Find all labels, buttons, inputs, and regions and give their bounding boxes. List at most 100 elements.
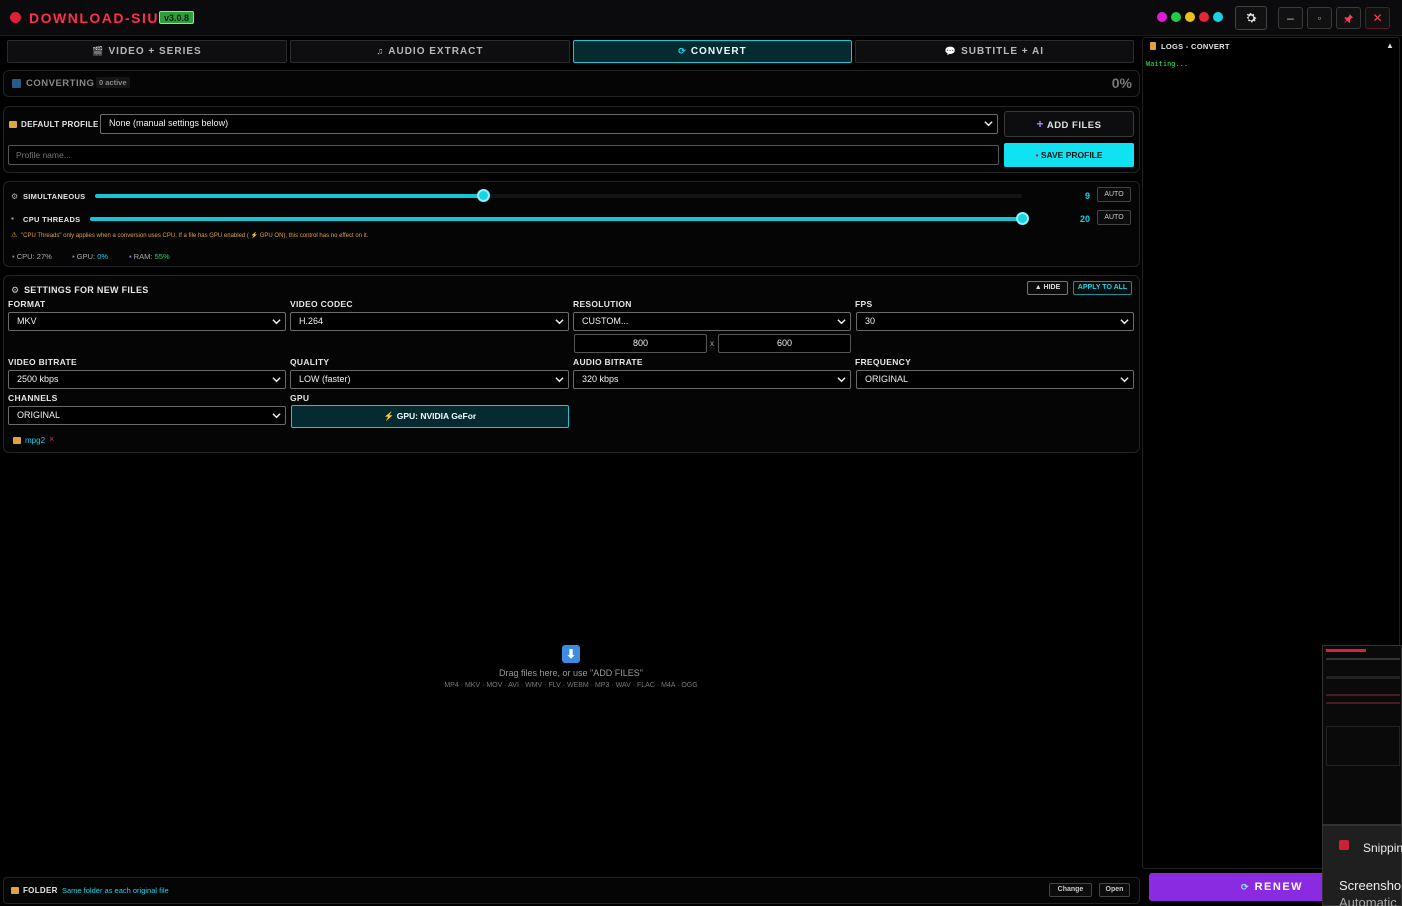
quality-select[interactable]: LOW (faster) bbox=[290, 370, 569, 389]
settings-panel bbox=[3, 275, 1140, 453]
add-files-button[interactable]: + ADD FILES bbox=[1004, 111, 1134, 137]
remove-tag-icon[interactable]: × bbox=[49, 434, 54, 444]
minimize-button[interactable]: – bbox=[1278, 7, 1303, 29]
thumbnail-panel bbox=[1326, 726, 1400, 766]
resolution-select[interactable]: CUSTOM... bbox=[573, 312, 851, 331]
tab-convert[interactable]: ⟳ CONVERT bbox=[573, 40, 852, 63]
drop-zone[interactable] bbox=[3, 458, 1140, 872]
chevron-down-icon bbox=[555, 377, 564, 383]
status-percent: 0% bbox=[1111, 75, 1132, 91]
log-document-icon bbox=[1150, 42, 1156, 50]
cpu-threads-auto-button[interactable]: AUTO bbox=[1097, 210, 1131, 225]
refresh-icon: ⟳ bbox=[1241, 882, 1251, 892]
tab-label: CONVERT bbox=[690, 46, 747, 57]
theme-color-dot[interactable] bbox=[1199, 12, 1209, 22]
active-count-badge: 0 active bbox=[96, 77, 130, 88]
save-profile-label: SAVE PROFILE bbox=[1040, 150, 1103, 160]
tab-audio-extract[interactable]: ♫ AUDIO EXTRACT bbox=[290, 40, 570, 63]
default-profile-label: DEFAULT PROFILE bbox=[21, 120, 99, 129]
warning-icon: ⚠ bbox=[11, 232, 18, 239]
folder-icon bbox=[9, 121, 17, 128]
notification-body: Automatic bbox=[1339, 895, 1397, 906]
snipping-notification[interactable]: Snippin Screensho Automatic bbox=[1322, 825, 1402, 906]
save-profile-button[interactable]: ▪ SAVE PROFILE bbox=[1004, 143, 1134, 167]
resolution-value: CUSTOM... bbox=[582, 316, 629, 326]
thumbnail-line bbox=[1326, 694, 1400, 696]
theme-color-dot[interactable] bbox=[1171, 12, 1181, 22]
clapper-icon: 🎬 bbox=[92, 46, 105, 56]
convert-status-icon bbox=[12, 79, 21, 88]
frequency-label: FREQUENCY bbox=[855, 357, 912, 367]
lightning-icon: ⚡ bbox=[383, 411, 395, 421]
settings-title: SETTINGS FOR NEW FILES bbox=[24, 285, 149, 295]
thumbnail-line bbox=[1326, 702, 1400, 704]
profile-name-field[interactable] bbox=[8, 145, 999, 165]
video-bitrate-value: 2500 kbps bbox=[17, 374, 59, 384]
convert-icon: ⟳ bbox=[678, 46, 687, 56]
quality-label: QUALITY bbox=[290, 357, 330, 367]
app-title: DOWNLOAD-SIU bbox=[29, 10, 159, 26]
notification-title: Screensho bbox=[1339, 878, 1402, 893]
profile-name-input[interactable] bbox=[9, 146, 998, 164]
tab-subtitle-ai[interactable]: 💬 SUBTITLE + AI bbox=[855, 40, 1134, 63]
quality-value: LOW (faster) bbox=[299, 374, 351, 384]
chevron-down-icon bbox=[837, 377, 846, 383]
channels-select[interactable]: ORIGINAL bbox=[8, 406, 286, 425]
status-bar bbox=[3, 70, 1140, 97]
chevron-down-icon bbox=[272, 377, 281, 383]
logs-title: LOGS - CONVERT bbox=[1161, 42, 1230, 51]
frequency-select[interactable]: ORIGINAL bbox=[856, 370, 1134, 389]
fps-label: FPS bbox=[855, 299, 873, 309]
settings-gear-icon: ⚙ bbox=[11, 285, 20, 295]
video-codec-select[interactable]: H.264 bbox=[290, 312, 569, 331]
chevron-down-icon bbox=[984, 121, 993, 127]
profile-select-value: None (manual settings below) bbox=[109, 118, 229, 128]
profile-select[interactable]: None (manual settings below) bbox=[100, 114, 998, 134]
settings-button[interactable] bbox=[1235, 6, 1267, 30]
pin-button[interactable] bbox=[1336, 7, 1361, 29]
cpu-chip-icon: ▪ bbox=[11, 214, 14, 223]
resolution-separator: x bbox=[710, 339, 714, 348]
gpu-toggle-button[interactable]: ⚡ GPU: NVIDIA GeFor bbox=[291, 405, 569, 428]
fps-select[interactable]: 30 bbox=[856, 312, 1134, 331]
collapse-logs-icon[interactable]: ▲ bbox=[1386, 41, 1394, 50]
resolution-height-input[interactable]: 600 bbox=[718, 334, 851, 353]
change-folder-button[interactable]: Change bbox=[1049, 883, 1092, 897]
format-select[interactable]: MKV bbox=[8, 312, 286, 331]
simultaneous-label: SIMULTANEOUS bbox=[23, 192, 86, 201]
format-label: FORMAT bbox=[8, 299, 46, 309]
cpu-threads-slider-handle[interactable] bbox=[1016, 212, 1029, 225]
cpu-threads-warning: "CPU Threads" only applies when a conver… bbox=[21, 233, 369, 239]
cpu-threads-label: CPU THREADS bbox=[23, 215, 81, 224]
resolution-width-input[interactable]: 800 bbox=[574, 334, 707, 353]
cpu-usage-value: 27% bbox=[36, 252, 52, 261]
video-bitrate-select[interactable]: 2500 kbps bbox=[8, 370, 286, 389]
cpu-usage: ▪ CPU: 27% bbox=[12, 252, 52, 261]
close-button[interactable]: ✕ bbox=[1365, 7, 1390, 29]
cpu-threads-value: 20 bbox=[1079, 214, 1090, 224]
screenshot-thumbnail[interactable] bbox=[1322, 645, 1402, 825]
status-label: CONVERTING bbox=[26, 78, 95, 89]
simultaneous-auto-button[interactable]: AUTO bbox=[1097, 187, 1131, 202]
format-value: MKV bbox=[17, 316, 37, 326]
theme-color-dot[interactable] bbox=[1213, 12, 1223, 22]
tab-video-series[interactable]: 🎬 VIDEO + SERIES bbox=[7, 40, 287, 63]
audio-bitrate-select[interactable]: 320 kbps bbox=[573, 370, 851, 389]
theme-color-dot[interactable] bbox=[1157, 12, 1167, 22]
format-tag: mpg2 bbox=[25, 436, 46, 445]
video-codec-label: VIDEO CODEC bbox=[290, 299, 353, 309]
open-folder-button[interactable]: Open bbox=[1099, 883, 1130, 897]
simultaneous-slider-handle[interactable] bbox=[477, 189, 490, 202]
hide-settings-button[interactable]: ▲ HIDE bbox=[1027, 281, 1068, 295]
theme-color-dot[interactable] bbox=[1185, 12, 1195, 22]
floppy-icon: ▪ bbox=[1035, 150, 1039, 160]
gpu-toggle-label: GPU: NVIDIA GeFor bbox=[396, 411, 477, 421]
gpu-usage-value: 0% bbox=[97, 252, 109, 261]
folder-label: FOLDER bbox=[23, 886, 58, 895]
maximize-button[interactable]: ▫ bbox=[1307, 7, 1332, 29]
chevron-down-icon bbox=[1120, 319, 1129, 325]
gpu-usage-label: GPU: bbox=[76, 252, 96, 261]
gear-small-icon: ⚙ bbox=[11, 192, 19, 201]
apply-to-all-button[interactable]: APPLY TO ALL bbox=[1073, 281, 1132, 295]
tab-label: AUDIO EXTRACT bbox=[388, 46, 484, 57]
